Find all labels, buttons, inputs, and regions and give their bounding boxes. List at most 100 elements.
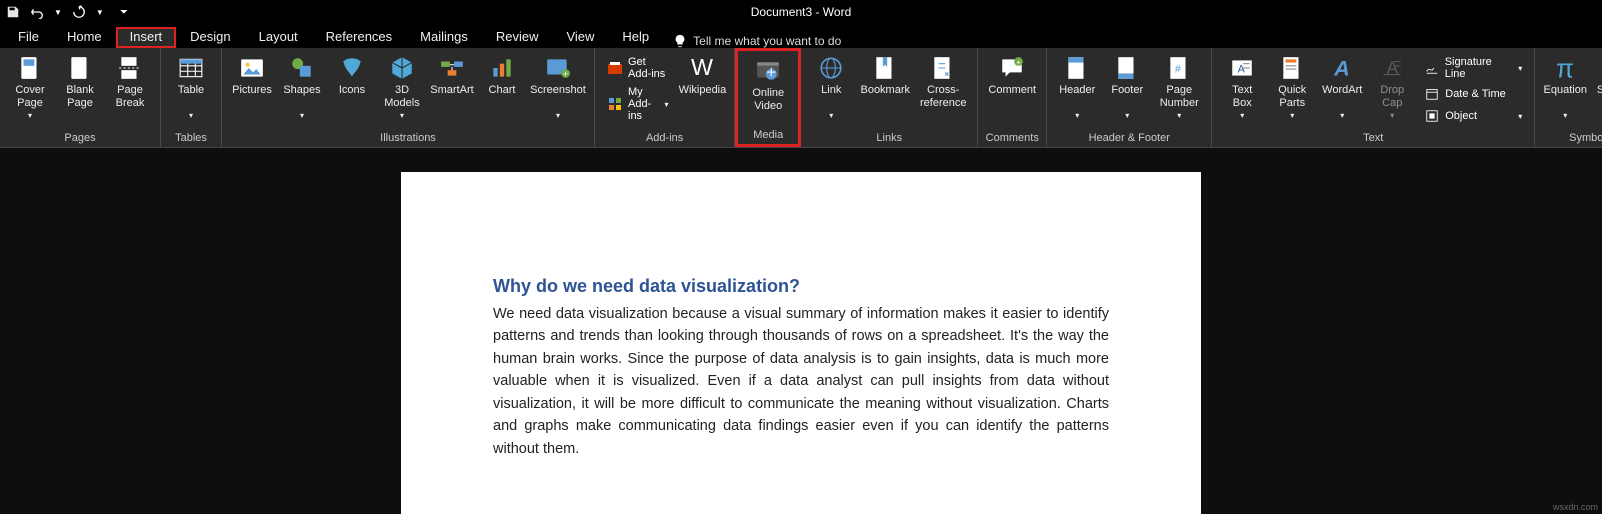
svg-text:#: #: [1175, 63, 1181, 75]
page-break-button[interactable]: Page Break: [106, 50, 154, 110]
qa-caret2-icon[interactable]: ▼: [96, 8, 104, 17]
svg-text:π: π: [1556, 55, 1574, 82]
group-media-label: Media: [744, 127, 792, 144]
table-button[interactable]: Table▾: [167, 50, 215, 120]
cross-reference-button[interactable]: Cross- reference: [915, 50, 971, 110]
wikipedia-button[interactable]: WWikipedia: [677, 50, 729, 110]
document-canvas[interactable]: Why do we need data visualization? We ne…: [0, 148, 1602, 514]
wikipedia-icon: W: [688, 54, 716, 82]
3d-models-button[interactable]: 3D Models▾: [378, 50, 426, 120]
svg-text:W: W: [691, 54, 713, 80]
tab-references[interactable]: References: [312, 27, 406, 48]
blank-page-button[interactable]: Blank Page: [56, 50, 104, 110]
undo-icon[interactable]: [30, 5, 44, 19]
header-icon: [1063, 54, 1091, 82]
date-time-button[interactable]: Date & Time: [1418, 84, 1528, 104]
tab-view[interactable]: View: [552, 27, 608, 48]
footer-button[interactable]: Footer▾: [1103, 50, 1151, 120]
header-button[interactable]: Header▾: [1053, 50, 1101, 120]
smartart-button[interactable]: SmartArt: [428, 50, 476, 110]
shapes-button[interactable]: Shapes▾: [278, 50, 326, 120]
wordart-button[interactable]: AWordArt▾: [1318, 50, 1366, 120]
cover-page-button[interactable]: Cover Page▾: [6, 50, 54, 120]
get-addins-button[interactable]: Get Add-ins: [601, 54, 675, 82]
cube-icon: [388, 54, 416, 82]
svg-text:A: A: [1333, 56, 1350, 81]
ribbon-insert: Cover Page▾ Blank Page Page Break Pages …: [0, 48, 1602, 148]
page-number-button[interactable]: #Page Number▾: [1153, 50, 1205, 120]
pictures-icon: [238, 54, 266, 82]
bookmark-icon: [871, 54, 899, 82]
group-comments-label: Comments: [984, 130, 1040, 147]
page-number-icon: #: [1165, 54, 1193, 82]
redo-icon[interactable]: [72, 5, 86, 19]
doc-body[interactable]: We need data visualization because a vis…: [493, 303, 1109, 460]
drop-cap-button[interactable]: ADrop Cap▾: [1368, 50, 1416, 120]
group-comments: +Comment Comments: [978, 48, 1047, 147]
dropcap-icon: A: [1378, 54, 1406, 82]
chart-icon: [488, 54, 516, 82]
tab-home[interactable]: Home: [53, 27, 116, 48]
table-icon: [177, 54, 205, 82]
svg-text:+: +: [563, 69, 568, 79]
tab-review[interactable]: Review: [482, 27, 553, 48]
bookmark-button[interactable]: Bookmark: [857, 50, 913, 110]
comment-icon: +: [998, 54, 1026, 82]
save-icon[interactable]: [6, 5, 20, 19]
screenshot-button[interactable]: +Screenshot▾: [528, 50, 588, 120]
quick-parts-button[interactable]: Quick Parts▾: [1268, 50, 1316, 120]
my-addins-button[interactable]: My Add-ins▾: [601, 84, 675, 124]
online-video-button[interactable]: Online Video: [744, 53, 792, 113]
signature-icon: [1424, 60, 1439, 76]
qa-customize-icon[interactable]: ⏷: [120, 7, 128, 18]
equation-button[interactable]: πEquation▾: [1541, 50, 1589, 120]
symbol-button[interactable]: ΩSymbol▾: [1591, 50, 1602, 120]
watermark: wsxdn.com: [1553, 502, 1598, 512]
icons-button[interactable]: Icons: [328, 50, 376, 110]
tell-me-search[interactable]: Tell me what you want to do: [673, 34, 841, 48]
link-icon: [817, 54, 845, 82]
ribbon-tabs: File Home Insert Design Layout Reference…: [0, 24, 1602, 48]
group-header-footer: Header▾ Footer▾ #Page Number▾ Header & F…: [1047, 48, 1212, 147]
window-title: Document3 - Word: [751, 5, 851, 19]
equation-icon: π: [1551, 54, 1579, 82]
footer-icon: [1113, 54, 1141, 82]
lightbulb-icon: [673, 34, 687, 48]
group-hf-label: Header & Footer: [1053, 130, 1205, 147]
tab-design[interactable]: Design: [176, 27, 244, 48]
quickparts-icon: [1278, 54, 1306, 82]
group-symbols-label: Symbols: [1541, 130, 1602, 147]
tab-help[interactable]: Help: [608, 27, 663, 48]
signature-line-button[interactable]: Signature Line▾: [1418, 54, 1528, 82]
screenshot-icon: +: [544, 54, 572, 82]
document-page[interactable]: Why do we need data visualization? We ne…: [401, 172, 1201, 514]
chart-button[interactable]: Chart: [478, 50, 526, 110]
title-bar: ▼ ▼ ⏷ Document3 - Word: [0, 0, 1602, 24]
group-illustrations: Pictures Shapes▾ Icons 3D Models▾ SmartA…: [222, 48, 595, 147]
group-addins-label: Add-ins: [601, 130, 728, 147]
cross-ref-icon: [929, 54, 957, 82]
group-links-label: Links: [807, 130, 971, 147]
group-tables: Table▾ Tables: [161, 48, 222, 147]
tab-mailings[interactable]: Mailings: [406, 27, 482, 48]
icons-icon: [338, 54, 366, 82]
tab-insert[interactable]: Insert: [116, 27, 177, 48]
pictures-button[interactable]: Pictures: [228, 50, 276, 110]
text-box-button[interactable]: AText Box▾: [1218, 50, 1266, 120]
qa-caret-icon[interactable]: ▼: [54, 8, 62, 17]
object-button[interactable]: Object▾: [1418, 106, 1528, 126]
wordart-icon: A: [1328, 54, 1356, 82]
comment-button[interactable]: +Comment: [984, 50, 1040, 110]
group-tables-label: Tables: [167, 130, 215, 147]
video-icon: [754, 57, 782, 85]
group-text: AText Box▾ Quick Parts▾ AWordArt▾ ADrop …: [1212, 48, 1535, 147]
group-symbols: πEquation▾ ΩSymbol▾ Symbols: [1535, 48, 1602, 147]
smartart-icon: [438, 54, 466, 82]
link-button[interactable]: Link▾: [807, 50, 855, 120]
doc-heading[interactable]: Why do we need data visualization?: [493, 276, 1109, 297]
tab-file[interactable]: File: [4, 27, 53, 48]
tab-layout[interactable]: Layout: [245, 27, 312, 48]
group-media: Online Video Media: [735, 48, 801, 147]
group-pages: Cover Page▾ Blank Page Page Break Pages: [0, 48, 161, 147]
addins-icon: [607, 96, 623, 112]
